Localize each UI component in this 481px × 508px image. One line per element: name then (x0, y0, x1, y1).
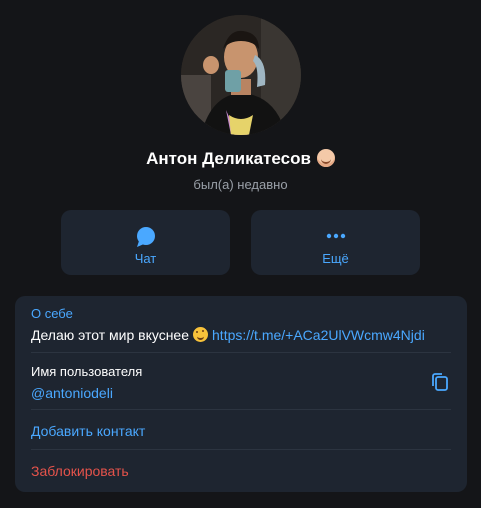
divider (31, 449, 451, 450)
avatar-photo (181, 15, 301, 135)
smiling-face-emoji-icon (193, 327, 209, 342)
more-button[interactable]: Ещё (251, 210, 420, 275)
about-text: Делаю этот мир вкуснее (31, 327, 190, 343)
chat-bubble-icon (136, 227, 155, 247)
chat-button[interactable]: Чат (61, 210, 230, 275)
divider (31, 409, 451, 410)
more-dots-icon (326, 233, 345, 239)
add-contact-button[interactable]: Добавить контакт (31, 423, 451, 439)
profile-info-card: О себе Делаю этот мир вкуснее https://t.m… (15, 296, 467, 492)
divider (31, 352, 451, 353)
username-value[interactable]: @antoniodeli (31, 385, 451, 401)
chat-button-label: Чат (134, 251, 157, 266)
profile-name-row: Антон Деликатесов (0, 149, 481, 169)
invite-link[interactable]: https://t.me/+ACa2UlVWcmw4Njdi (212, 327, 425, 343)
profile-name: Антон Деликатесов (146, 149, 311, 168)
last-seen-status: был(а) недавно (193, 177, 288, 192)
username-label: Имя пользователя (31, 364, 143, 379)
profile-avatar[interactable] (181, 15, 301, 135)
copy-icon[interactable] (429, 371, 451, 393)
more-button-label: Ещё (322, 251, 349, 266)
about-text-row: Делаю этот мир вкуснее https://t.me/+ACa2… (31, 327, 451, 343)
about-title: О себе (31, 306, 73, 321)
face-emoji-icon (316, 149, 335, 167)
block-user-button[interactable]: Заблокировать (31, 463, 451, 479)
